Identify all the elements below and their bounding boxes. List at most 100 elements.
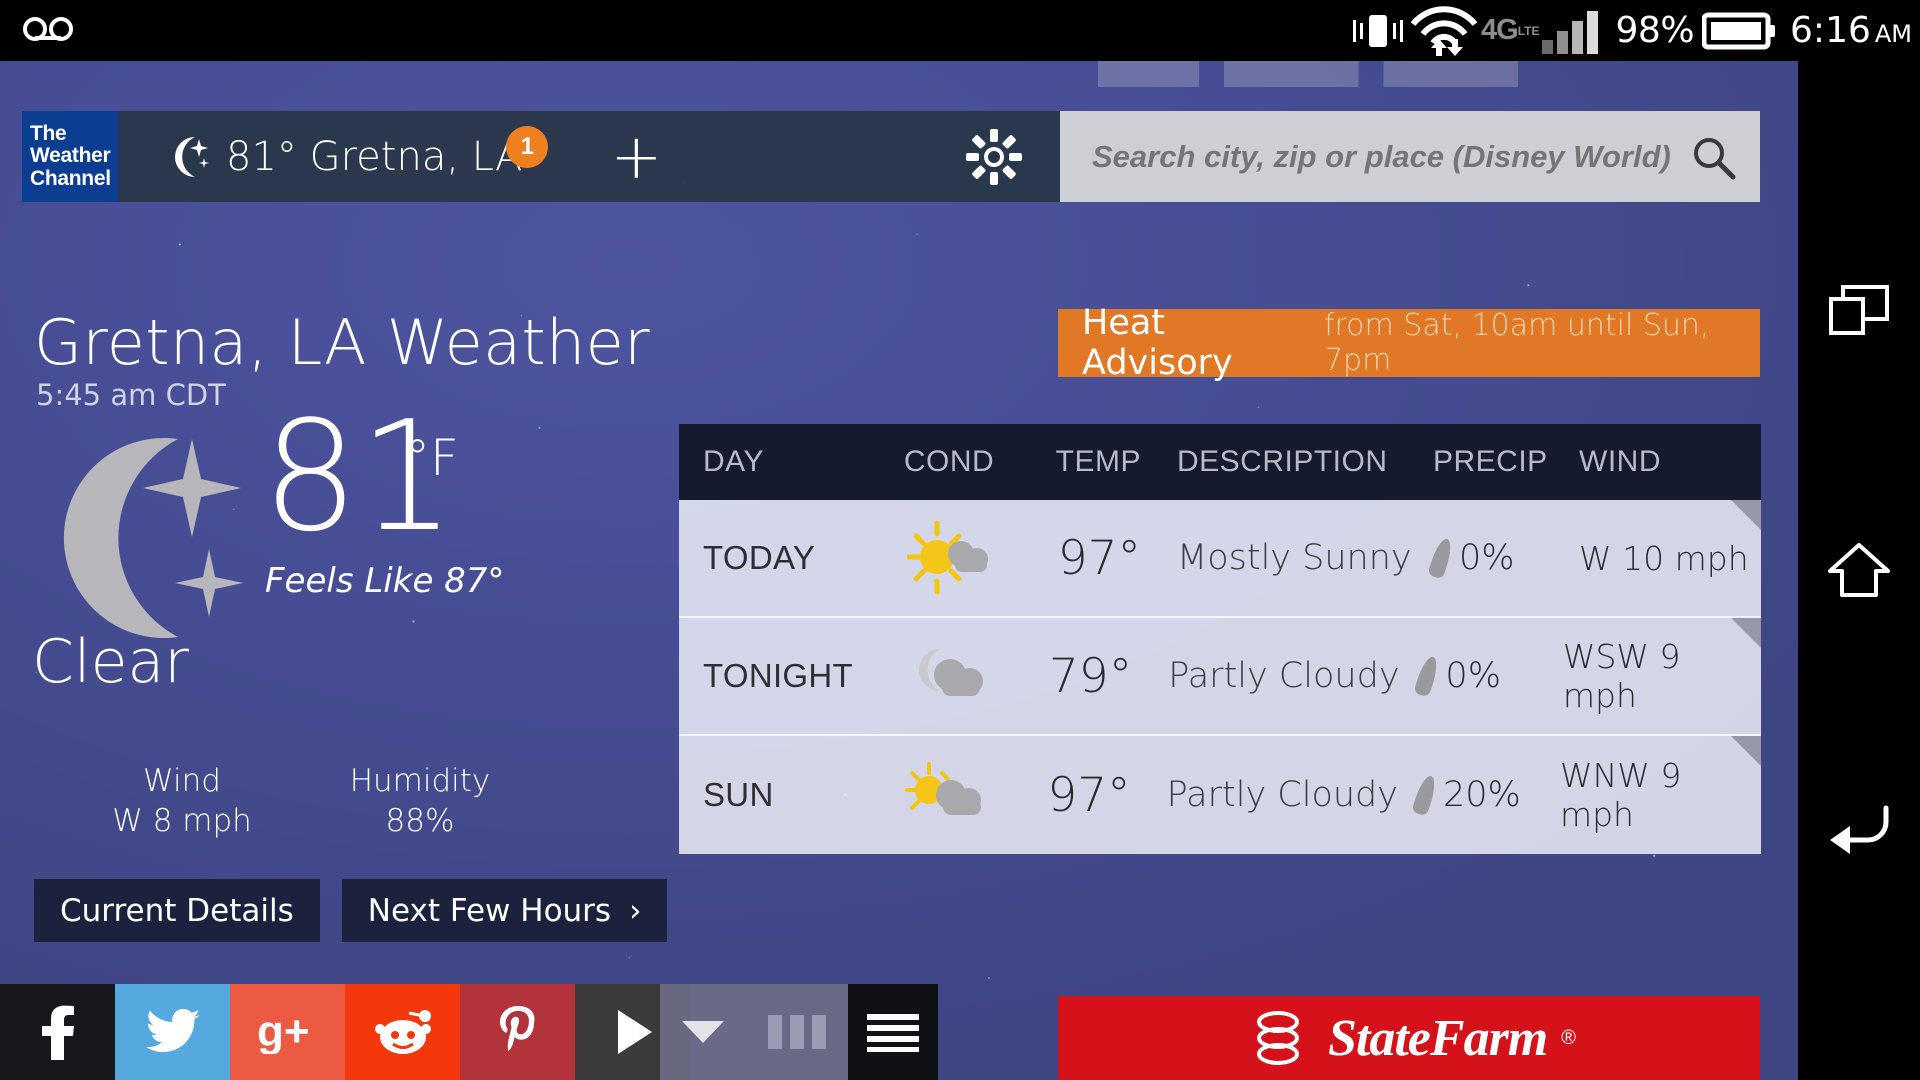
raindrop-icon	[1413, 654, 1442, 698]
logo-line-3: Channel	[30, 166, 111, 190]
col-day: DAY	[703, 445, 764, 478]
search-icon[interactable]	[1690, 134, 1736, 180]
android-status-bar: 4G LTE 98% 6:16 AM	[0, 0, 1920, 61]
home-icon	[1828, 543, 1890, 598]
clock: 6:16 AM	[1790, 10, 1912, 51]
player-toolbar	[660, 984, 980, 1080]
row-expand-corner[interactable]	[1731, 618, 1761, 648]
moon-stars-icon-large	[63, 438, 243, 638]
col-precip: PRECIP	[1433, 445, 1548, 478]
search-bar[interactable]	[1060, 111, 1760, 202]
row-precip: 0%	[1401, 654, 1544, 698]
sun-cloud-icon	[905, 762, 982, 815]
row-day: SUN	[703, 776, 774, 813]
sun-cloud-icon	[907, 521, 988, 595]
logo-line-2: Weather	[30, 144, 111, 168]
phone-screen: 4G LTE 98% 6:16 AM The Weather Channel 8…	[0, 0, 1920, 1080]
googleplus-share-button[interactable]: g+	[230, 984, 345, 1080]
row-condition-icon-cell	[875, 758, 1012, 832]
observation-time: 5:45 am CDT	[36, 378, 226, 412]
voicemail-icon	[23, 17, 73, 41]
next-few-hours-label: Next Few Hours	[367, 892, 612, 929]
menu-button[interactable]	[848, 984, 938, 1080]
statefarm-brand-text: StateFarm	[1327, 1009, 1548, 1067]
social-share-bar: g+	[0, 984, 690, 1080]
forecast-table-header: DAY COND TEMP DESCRIPTION PRECIP WIND	[679, 424, 1761, 500]
table-row[interactable]: TODAY 97° Mostly Sunny 0% W 10 mph	[679, 500, 1761, 618]
recents-icon	[1829, 284, 1889, 335]
current-details-button[interactable]: Current Details	[34, 879, 320, 942]
row-precip-value: 0%	[1459, 538, 1515, 578]
raindrop-icon	[1411, 773, 1439, 817]
col-temp: TEMP	[1055, 445, 1141, 478]
forecast-table: DAY COND TEMP DESCRIPTION PRECIP WIND TO…	[679, 424, 1761, 854]
location-chip[interactable]: 81° Gretna, LA 1	[164, 125, 549, 180]
battery-percent: 98%	[1615, 10, 1695, 51]
row-expand-corner[interactable]	[1731, 736, 1761, 766]
chevron-right-icon: ›	[629, 892, 642, 929]
row-day: TONIGHT	[703, 657, 853, 694]
twitter-icon	[145, 1009, 200, 1053]
row-day: TODAY	[703, 539, 816, 576]
row-wind: W 10 mph	[1579, 538, 1749, 578]
row-precip: 20%	[1399, 773, 1542, 817]
home-button[interactable]	[1828, 539, 1890, 601]
svg-text:g+: g+	[257, 1010, 310, 1054]
current-condition: Clear	[32, 627, 189, 697]
weather-channel-logo[interactable]: The Weather Channel	[22, 111, 118, 202]
registered-mark: ®	[1561, 1026, 1576, 1049]
humidity-stat: Humidity 88%	[330, 761, 510, 842]
search-input[interactable]	[1092, 138, 1690, 175]
temperature-unit: °F	[405, 429, 459, 487]
play-triangle-icon	[617, 1010, 652, 1054]
reddit-share-button[interactable]	[345, 984, 460, 1080]
logo-line-1: The	[30, 122, 67, 146]
raindrop-icon	[1427, 536, 1455, 580]
current-details-label: Current Details	[60, 892, 294, 929]
table-row[interactable]: SUN 97° Partly Cloudy 20% WNW 9 mph	[679, 736, 1761, 854]
col-wind: WIND	[1579, 445, 1661, 478]
wind-value: W 8 mph	[112, 803, 252, 840]
back-button[interactable]	[1828, 799, 1890, 861]
col-cond: COND	[903, 445, 995, 478]
wifi-transfer-icon	[1410, 5, 1478, 56]
reddit-icon	[374, 1010, 431, 1054]
weather-app-content: The Weather Channel 81° Gretna, LA 1 + S…	[0, 61, 1798, 1080]
add-location-button[interactable]: +	[610, 125, 662, 187]
moon-stars-icon	[175, 136, 209, 177]
statefarm-ad-banner[interactable]: StateFarm ®	[1058, 996, 1760, 1080]
settings-button[interactable]	[966, 128, 1022, 185]
facebook-share-button[interactable]	[0, 984, 115, 1080]
row-expand-corner[interactable]	[1731, 500, 1761, 530]
humidity-label: Humidity	[349, 763, 491, 799]
chevron-down-icon[interactable]	[680, 1017, 726, 1047]
row-precip: 0%	[1415, 536, 1561, 580]
row-wind: WNW 9 mph	[1559, 756, 1682, 834]
feels-like: Feels Like 87°	[265, 561, 505, 601]
wind-label: Wind	[143, 763, 221, 799]
facebook-icon	[41, 1005, 74, 1060]
table-row[interactable]: TONIGHT 79° Partly Cloudy 0% WSW 9 mph	[679, 618, 1761, 736]
signal-bars-icon	[1541, 10, 1598, 54]
page-title: Gretna, LA Weather	[34, 306, 650, 379]
heat-advisory-banner[interactable]: Heat Advisory from Sat, 10am until Sun, …	[1058, 303, 1760, 383]
back-icon	[1830, 805, 1889, 855]
recents-button[interactable]	[1828, 280, 1890, 342]
statefarm-logo-icon	[1256, 1011, 1299, 1065]
twitter-share-button[interactable]	[115, 984, 230, 1080]
vibrate-icon	[1353, 14, 1404, 47]
row-temp: 97°	[1047, 767, 1131, 823]
gear-icon	[966, 128, 1022, 185]
moon-cloud-icon	[919, 649, 984, 696]
advisory-title: Heat Advisory	[1082, 303, 1233, 383]
alert-badge[interactable]: 1	[506, 125, 549, 168]
player-controls[interactable]	[660, 984, 848, 1080]
pinterest-icon	[499, 1006, 534, 1052]
row-description: Mostly Sunny	[1177, 538, 1412, 578]
next-few-hours-button[interactable]: Next Few Hours ›	[341, 879, 668, 942]
googleplus-icon: g+	[257, 1010, 310, 1054]
row-condition-icon-cell	[879, 521, 1019, 595]
columns-icon[interactable]	[766, 1013, 828, 1051]
pinterest-share-button[interactable]	[460, 984, 575, 1080]
wind-stat: Wind W 8 mph	[92, 761, 272, 842]
